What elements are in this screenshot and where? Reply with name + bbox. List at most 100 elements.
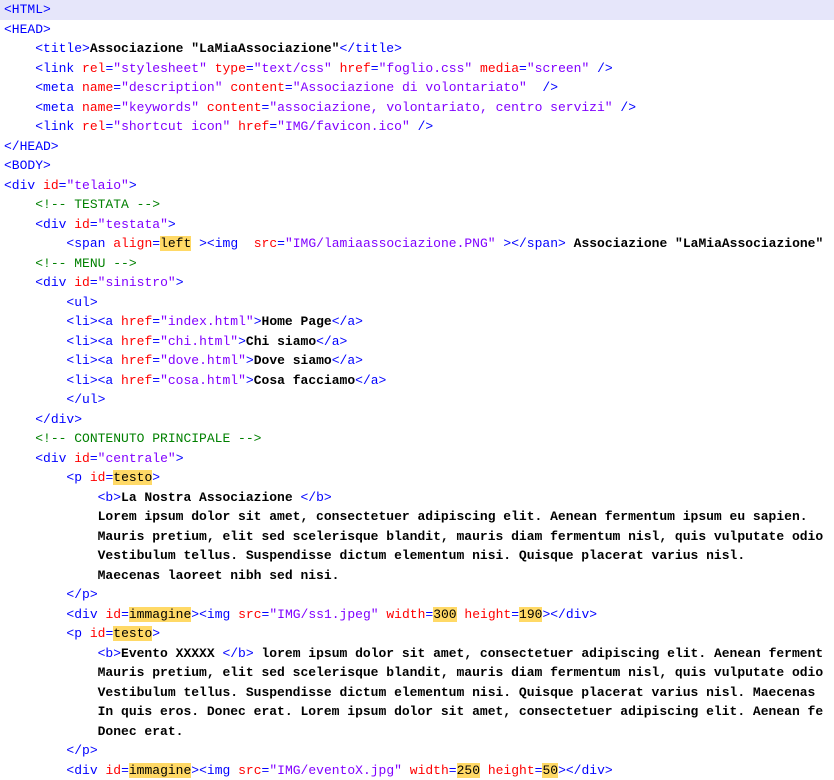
token-tag: = bbox=[262, 763, 270, 778]
code-line[interactable]: <li><a href="index.html">Home Page</a> bbox=[0, 312, 834, 332]
code-line[interactable]: <b>La Nostra Associazione </b> bbox=[0, 488, 834, 508]
token-text: Donec erat. bbox=[98, 724, 184, 739]
token-value: "Associazione di volontariato" bbox=[293, 80, 527, 95]
code-line[interactable]: Vestibulum tellus. Suspendisse dictum el… bbox=[0, 683, 834, 703]
token-plain bbox=[566, 236, 574, 251]
code-line[interactable]: <!-- TESTATA --> bbox=[0, 195, 834, 215]
token-value: "telaio" bbox=[66, 178, 128, 193]
token-value: "index.html" bbox=[160, 314, 254, 329]
token-tag: = bbox=[511, 607, 519, 622]
token-tag: <div bbox=[66, 763, 97, 778]
code-line[interactable]: <div id="testata"> bbox=[0, 215, 834, 235]
token-value: "dove.html" bbox=[160, 353, 246, 368]
token-tag: = bbox=[371, 61, 379, 76]
token-attribute: href bbox=[121, 334, 152, 349]
code-line[interactable]: <p id=testo> bbox=[0, 468, 834, 488]
token-tag: <BODY> bbox=[4, 158, 51, 173]
token-tag: > bbox=[238, 334, 246, 349]
token-tag: <div bbox=[66, 607, 97, 622]
token-tag: <p bbox=[66, 626, 82, 641]
token-tag: = bbox=[152, 373, 160, 388]
token-tag: > bbox=[168, 217, 176, 232]
token-tag: <div bbox=[35, 217, 66, 232]
token-tag: <link bbox=[35, 119, 74, 134]
code-line[interactable]: Vestibulum tellus. Suspendisse dictum el… bbox=[0, 546, 834, 566]
token-tag: </a> bbox=[332, 314, 363, 329]
token-tag: = bbox=[269, 119, 277, 134]
code-line[interactable]: In quis eros. Donec erat. Lorem ipsum do… bbox=[0, 702, 834, 722]
token-tag: </a> bbox=[316, 334, 347, 349]
code-line[interactable]: </p> bbox=[0, 741, 834, 761]
token-attribute: id bbox=[74, 275, 90, 290]
token-tag: > bbox=[254, 314, 262, 329]
code-line[interactable]: <link rel="shortcut icon" href="IMG/favi… bbox=[0, 117, 834, 137]
code-line-content: <div id=immagine><img src="IMG/ss1.jpeg"… bbox=[4, 605, 597, 625]
token-plain bbox=[589, 61, 597, 76]
code-line[interactable]: <li><a href="cosa.html">Cosa facciamo</a… bbox=[0, 371, 834, 391]
code-line[interactable]: <HEAD> bbox=[0, 20, 834, 40]
code-line[interactable]: </p> bbox=[0, 585, 834, 605]
token-tag: <title> bbox=[35, 41, 90, 56]
token-tag: ><img bbox=[191, 763, 230, 778]
code-line[interactable]: Maecenas laoreet nibh sed nisi. bbox=[0, 566, 834, 586]
token-text: Vestibulum tellus. Suspendisse dictum el… bbox=[98, 548, 746, 563]
code-line[interactable]: <div id="telaio"> bbox=[0, 176, 834, 196]
token-attribute: href bbox=[121, 353, 152, 368]
token-attribute: content bbox=[230, 80, 285, 95]
token-plain bbox=[82, 626, 90, 641]
code-line[interactable]: <li><a href="dove.html">Dove siamo</a> bbox=[0, 351, 834, 371]
token-tag: > bbox=[129, 178, 137, 193]
token-tag: </p> bbox=[66, 587, 97, 602]
token-attribute: rel bbox=[82, 61, 105, 76]
token-plain bbox=[238, 236, 254, 251]
token-comment: <!-- CONTENUTO PRINCIPALE --> bbox=[35, 431, 261, 446]
code-line[interactable]: Mauris pretium, elit sed scelerisque bla… bbox=[0, 663, 834, 683]
token-tag: = bbox=[121, 763, 129, 778]
code-line[interactable]: <HTML> bbox=[0, 0, 834, 20]
token-tag: <li><a bbox=[66, 373, 113, 388]
code-line[interactable]: <meta name="description" content="Associ… bbox=[0, 78, 834, 98]
code-line[interactable]: <!-- MENU --> bbox=[0, 254, 834, 274]
code-line[interactable]: Mauris pretium, elit sed scelerisque bla… bbox=[0, 527, 834, 547]
token-tag: ><img bbox=[199, 236, 238, 251]
code-line[interactable]: <p id=testo> bbox=[0, 624, 834, 644]
token-text: Dove siamo bbox=[254, 353, 332, 368]
code-line[interactable]: <ul> bbox=[0, 293, 834, 313]
code-line[interactable]: <div id="sinistro"> bbox=[0, 273, 834, 293]
token-tag: /> bbox=[418, 119, 434, 134]
token-text: Associazione "LaMiaAssociazione" bbox=[90, 41, 340, 56]
token-tag: > bbox=[246, 353, 254, 368]
token-tag: </title> bbox=[339, 41, 401, 56]
code-line-content: <div id="testata"> bbox=[4, 215, 176, 235]
token-value: "shortcut icon" bbox=[113, 119, 230, 134]
token-value: "keywords" bbox=[121, 100, 199, 115]
code-line[interactable]: <div id=immagine><img src="IMG/ss1.jpeg"… bbox=[0, 605, 834, 625]
code-editor[interactable]: <HTML><HEAD> <title>Associazione "LaMiaA… bbox=[0, 0, 834, 780]
code-line[interactable]: <div id=immagine><img src="IMG/eventoX.j… bbox=[0, 761, 834, 780]
code-line[interactable]: </HEAD> bbox=[0, 137, 834, 157]
token-unquoted-highlight: immagine bbox=[129, 607, 191, 622]
code-line[interactable]: <b>Evento XXXXX </b> lorem ipsum dolor s… bbox=[0, 644, 834, 664]
code-line[interactable]: Lorem ipsum dolor sit amet, consectetuer… bbox=[0, 507, 834, 527]
code-line[interactable]: <li><a href="chi.html">Chi siamo</a> bbox=[0, 332, 834, 352]
token-tag: ></span> bbox=[503, 236, 565, 251]
code-line-content: <meta name="description" content="Associ… bbox=[4, 78, 558, 98]
token-tag: = bbox=[246, 61, 254, 76]
token-plain bbox=[332, 61, 340, 76]
token-value: "stylesheet" bbox=[113, 61, 207, 76]
code-line-content: </p> bbox=[4, 741, 98, 761]
token-tag: /> bbox=[620, 100, 636, 115]
code-line[interactable]: </ul> bbox=[0, 390, 834, 410]
code-line[interactable]: <!-- CONTENUTO PRINCIPALE --> bbox=[0, 429, 834, 449]
code-line[interactable]: <BODY> bbox=[0, 156, 834, 176]
token-attribute: height bbox=[488, 763, 535, 778]
code-line[interactable]: <span align=left ><img src="IMG/lamiaass… bbox=[0, 234, 834, 254]
token-plain bbox=[410, 119, 418, 134]
code-line[interactable]: <link rel="stylesheet" type="text/css" h… bbox=[0, 59, 834, 79]
code-line[interactable]: Donec erat. bbox=[0, 722, 834, 742]
code-line[interactable]: <meta name="keywords" content="associazi… bbox=[0, 98, 834, 118]
code-line-content: <span align=left ><img src="IMG/lamiaass… bbox=[4, 234, 823, 254]
code-line[interactable]: </div> bbox=[0, 410, 834, 430]
code-line[interactable]: <div id="centrale"> bbox=[0, 449, 834, 469]
code-line[interactable]: <title>Associazione "LaMiaAssociazione"<… bbox=[0, 39, 834, 59]
